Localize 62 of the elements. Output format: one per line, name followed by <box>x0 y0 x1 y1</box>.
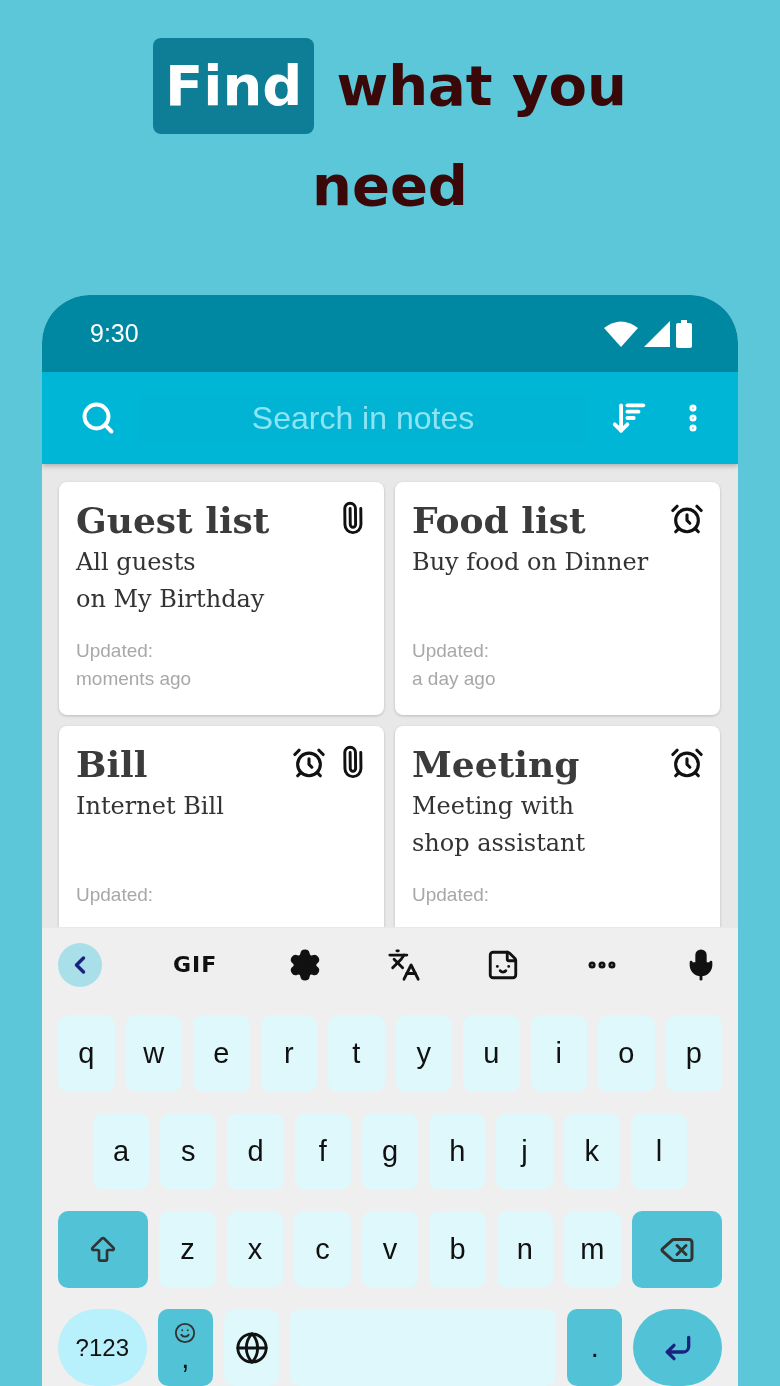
updated-label: Updated: <box>76 883 155 907</box>
key[interactable]: v <box>361 1211 419 1288</box>
headline-text: need <box>312 152 468 220</box>
key[interactable]: q <box>58 1015 115 1092</box>
key[interactable]: o <box>598 1015 655 1092</box>
headline-text: what you <box>336 52 627 120</box>
status-time: 9:30 <box>90 319 139 348</box>
key[interactable]: c <box>294 1211 351 1288</box>
key[interactable]: r <box>260 1015 317 1092</box>
key[interactable]: a <box>93 1113 150 1190</box>
key[interactable]: i <box>530 1015 587 1092</box>
note-card[interactable]: Guest list All guests on My Birthday Updated: moments ago <box>59 482 384 715</box>
key[interactable]: p <box>665 1015 722 1092</box>
key[interactable]: n <box>496 1211 554 1288</box>
gif-button[interactable]: GIF <box>166 951 224 978</box>
back-button[interactable] <box>58 942 102 987</box>
key[interactable]: x <box>226 1211 284 1288</box>
key[interactable]: s <box>160 1113 217 1190</box>
updated-label: Updated: <box>412 639 491 663</box>
note-body: Buy food on Dinner <box>412 547 650 578</box>
note-title: Guest list <box>76 498 270 543</box>
updated-label: Updated: <box>76 639 155 663</box>
note-card[interactable]: Food list Buy food on Dinner Updated: a day ago <box>395 482 720 715</box>
symbols-key[interactable]: ?123 <box>58 1309 147 1386</box>
wifi-icon <box>604 320 638 347</box>
smiley-icon <box>174 1322 197 1344</box>
updated-label: Updated: <box>412 883 491 907</box>
note-body: Internet Bill <box>76 791 225 822</box>
updated-time: a day ago <box>412 667 497 691</box>
backspace-key[interactable] <box>631 1211 722 1288</box>
key[interactable]: j <box>496 1113 553 1190</box>
note-body: All guests on My Birthday <box>76 547 266 615</box>
key[interactable]: e <box>193 1015 250 1092</box>
key[interactable]: d <box>227 1113 284 1190</box>
globe-key[interactable] <box>223 1309 280 1386</box>
key[interactable]: u <box>463 1015 520 1092</box>
key[interactable]: z <box>159 1211 216 1288</box>
note-title: Bill <box>76 742 148 787</box>
key[interactable]: y <box>395 1015 452 1092</box>
period-key[interactable]: . <box>567 1309 623 1386</box>
key[interactable]: f <box>294 1113 351 1190</box>
key[interactable]: h <box>429 1113 486 1190</box>
shift-key[interactable] <box>58 1211 149 1288</box>
signal-icon <box>644 320 670 347</box>
battery-icon <box>676 319 692 348</box>
key[interactable]: t <box>328 1015 385 1092</box>
key[interactable]: b <box>429 1211 486 1288</box>
key[interactable]: k <box>563 1113 620 1190</box>
key[interactable]: m <box>564 1211 621 1288</box>
key[interactable]: g <box>361 1113 419 1190</box>
key[interactable]: l <box>630 1113 687 1190</box>
emoji-key[interactable]: , <box>157 1309 213 1386</box>
translate-icon[interactable] <box>387 947 422 982</box>
key[interactable]: w <box>125 1015 182 1092</box>
note-body: Meeting with shop assistant <box>412 791 587 859</box>
headline-highlight: Find <box>153 38 315 134</box>
note-title: Food list <box>412 498 586 543</box>
note-card[interactable]: Bill Internet Bill Updated: <box>59 726 384 927</box>
note-title: Meeting <box>412 742 580 787</box>
updated-time: moments ago <box>76 667 193 691</box>
globe-icon <box>234 1330 269 1365</box>
note-card[interactable]: Meeting Meeting with shop assistant Updated: <box>395 726 720 927</box>
